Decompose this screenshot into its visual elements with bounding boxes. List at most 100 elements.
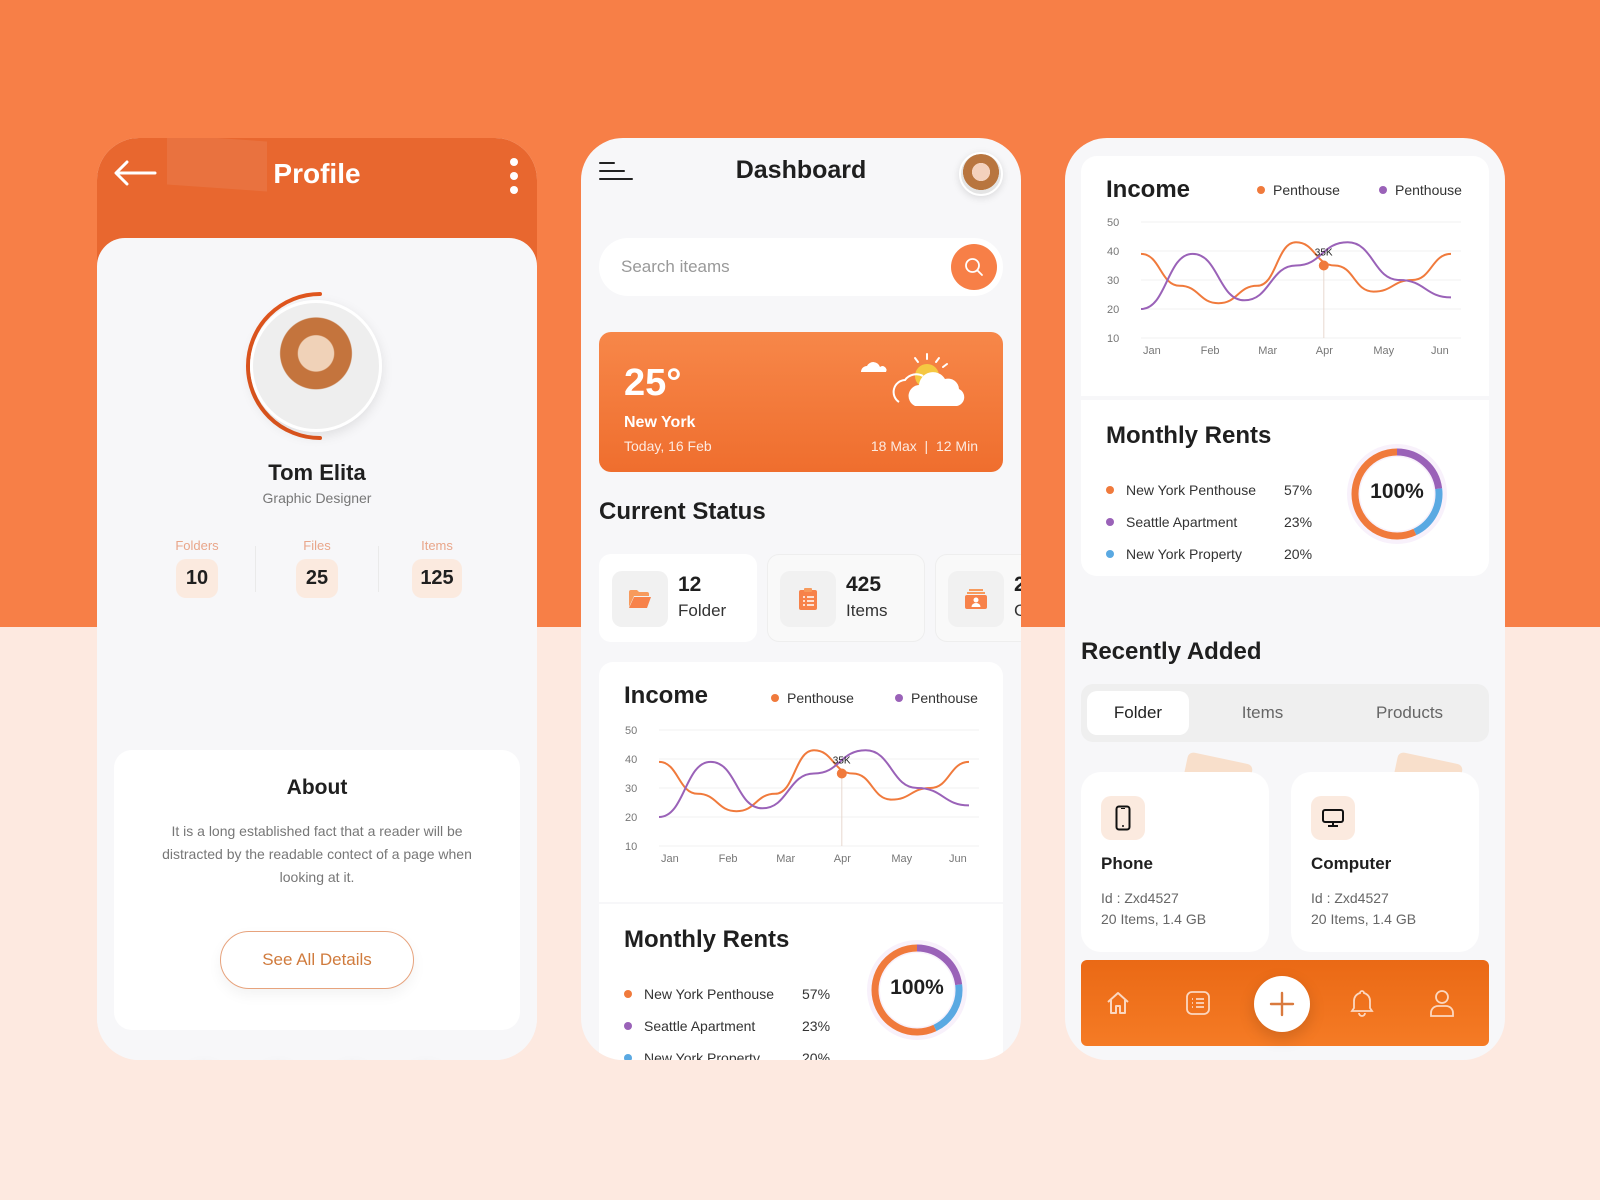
folder-card-computer[interactable]: Computer Id : Zxd4527 20 Items, 1.4 GB xyxy=(1291,751,1479,952)
add-icon xyxy=(1269,991,1295,1017)
rent-name: Seattle Apartment xyxy=(1126,514,1238,530)
status-card-contacts[interactable]: 2 C xyxy=(935,554,1021,642)
annotation-point[interactable] xyxy=(1318,260,1329,271)
y-tick-label: 10 xyxy=(625,841,637,853)
profile-body: Tom Elita Graphic Designer Folders 10 Fi… xyxy=(97,238,537,1060)
rent-name: New York Property xyxy=(644,1050,760,1060)
legend-item: Penthouse xyxy=(771,690,854,706)
legend-item: Penthouse xyxy=(895,690,978,706)
status-value: 2 xyxy=(1014,573,1021,596)
y-tick-label: 20 xyxy=(625,812,637,824)
tab-products[interactable]: Products xyxy=(1336,691,1483,735)
list-icon[interactable] xyxy=(1179,984,1217,1022)
y-tick-label: 10 xyxy=(1107,333,1119,345)
clipboard-icon xyxy=(780,571,836,627)
weather-min-max: 18 Max | 12 Min xyxy=(870,438,978,454)
bottom-nav-bar xyxy=(1081,960,1489,1046)
folder-card-phone[interactable]: Phone Id : Zxd4527 20 Items, 1.4 GB xyxy=(1081,751,1269,952)
see-all-details-button[interactable]: See All Details xyxy=(220,931,414,989)
income-title: Income xyxy=(1106,176,1191,203)
rent-percent: 57% xyxy=(1284,482,1313,498)
rents-donut: 100% xyxy=(1345,442,1449,546)
tab-items[interactable]: Items xyxy=(1189,691,1336,735)
x-tick-label: May xyxy=(1373,345,1394,357)
stat-folders[interactable]: Folders 10 xyxy=(147,538,247,598)
stat-label: Files xyxy=(303,538,331,553)
monthly-rents-card: Monthly Rents New York Penthouse 57% Seat… xyxy=(1081,400,1489,576)
rent-item: New York Property 20% xyxy=(1106,538,1312,570)
rent-name: New York Penthouse xyxy=(1126,482,1256,498)
legend-label: Penthouse xyxy=(911,690,978,706)
weather-temperature: 25° xyxy=(624,362,682,404)
about-text: It is a long established fact that a rea… xyxy=(162,823,472,885)
status-card-folder[interactable]: 12 Folder xyxy=(599,554,757,642)
search-input[interactable] xyxy=(621,238,921,296)
partly-cloudy-icon xyxy=(861,353,965,406)
divider xyxy=(255,546,256,592)
rents-donut: 100% xyxy=(865,938,969,1042)
recently-added-title: Recently Added xyxy=(1081,638,1262,665)
bell-icon[interactable] xyxy=(1343,984,1381,1022)
status-label: Folder xyxy=(678,601,727,620)
user-icon[interactable] xyxy=(1423,984,1461,1022)
more-options-icon[interactable] xyxy=(509,158,519,194)
y-tick-label: 20 xyxy=(1107,304,1119,316)
y-tick-label: 30 xyxy=(625,783,637,795)
stat-files[interactable]: Files 25 xyxy=(255,538,379,598)
status-cards: 12 Folder 425 Items 2 C xyxy=(599,554,1021,642)
y-tick-label: 40 xyxy=(1107,246,1119,258)
stat-value: 25 xyxy=(296,559,338,598)
income-line-chart: 10 20 30 40 50 Jan Feb Mar Apr May Jun 35K xyxy=(625,725,979,865)
weather-city: New York xyxy=(624,414,696,431)
legend-label: Penthouse xyxy=(787,690,854,706)
home-icon[interactable] xyxy=(1099,984,1137,1022)
x-tick-label: Mar xyxy=(776,853,795,865)
folder-icon xyxy=(612,571,668,627)
search-button[interactable] xyxy=(951,244,997,290)
x-tick-label: May xyxy=(891,853,912,865)
monthly-rents-title: Monthly Rents xyxy=(624,926,790,953)
legend-label: Penthouse xyxy=(1273,182,1340,198)
y-tick-label: 40 xyxy=(625,754,637,766)
x-tick-label: Jan xyxy=(1143,345,1161,357)
stat-label: Folders xyxy=(175,538,219,553)
divider xyxy=(378,546,379,592)
annotation-label: 35K xyxy=(1315,248,1333,259)
annotation-point[interactable] xyxy=(836,768,847,779)
folder-meta: Id : Zxd4527 20 Items, 1.4 GB xyxy=(1311,888,1416,930)
x-tick-label: Feb xyxy=(1201,345,1220,357)
profile-screen: Profile Tom Elita Graphic Designer Folde… xyxy=(97,138,537,1060)
user-role: Graphic Designer xyxy=(262,490,372,506)
rent-percent: 23% xyxy=(802,1018,831,1034)
add-button[interactable] xyxy=(1254,976,1310,1032)
stat-value: 125 xyxy=(412,559,462,598)
about-title: About xyxy=(286,776,348,799)
income-chart-card: Income Penthouse Penthouse 10 20 30 40 50 Jan… xyxy=(599,662,1003,902)
user-stats: Folders 10 Files 25 Items 125 xyxy=(147,538,487,598)
weather-date: Today, 16 Feb xyxy=(624,438,712,454)
folder-name: Phone xyxy=(1101,854,1153,873)
page-title: Dashboard xyxy=(735,156,867,184)
status-value: 12 xyxy=(678,573,702,596)
folder-name: Computer xyxy=(1311,854,1392,873)
monthly-rents-title: Monthly Rents xyxy=(1106,422,1272,449)
x-tick-label: Mar xyxy=(1258,345,1277,357)
rent-percent: 20% xyxy=(1284,546,1313,562)
folder-size: 20 Items, 1.4 GB xyxy=(1311,911,1417,927)
stat-items[interactable]: Items 125 xyxy=(387,538,487,598)
dashboard-screen: Dashboard 25° New York Today, 16 Feb 18 … xyxy=(581,138,1021,1060)
folder-size: 20 Items, 1.4 GB xyxy=(1101,911,1207,927)
status-value: 425 xyxy=(846,573,882,596)
avatar[interactable] xyxy=(240,290,392,442)
legend-item: Penthouse xyxy=(1379,182,1462,198)
tab-folder[interactable]: Folder xyxy=(1087,691,1189,735)
phone-icon xyxy=(1101,796,1145,840)
search-bar xyxy=(599,238,1003,296)
rent-name: New York Penthouse xyxy=(644,986,774,1002)
user-name: Tom Elita xyxy=(268,460,366,485)
status-card-items[interactable]: 425 Items xyxy=(767,554,925,642)
weather-card[interactable]: 25° New York Today, 16 Feb 18 Max | 12 M… xyxy=(599,332,1003,472)
page-title: Profile xyxy=(273,158,361,189)
stat-label: Items xyxy=(421,538,453,553)
user-avatar[interactable] xyxy=(959,152,1003,196)
